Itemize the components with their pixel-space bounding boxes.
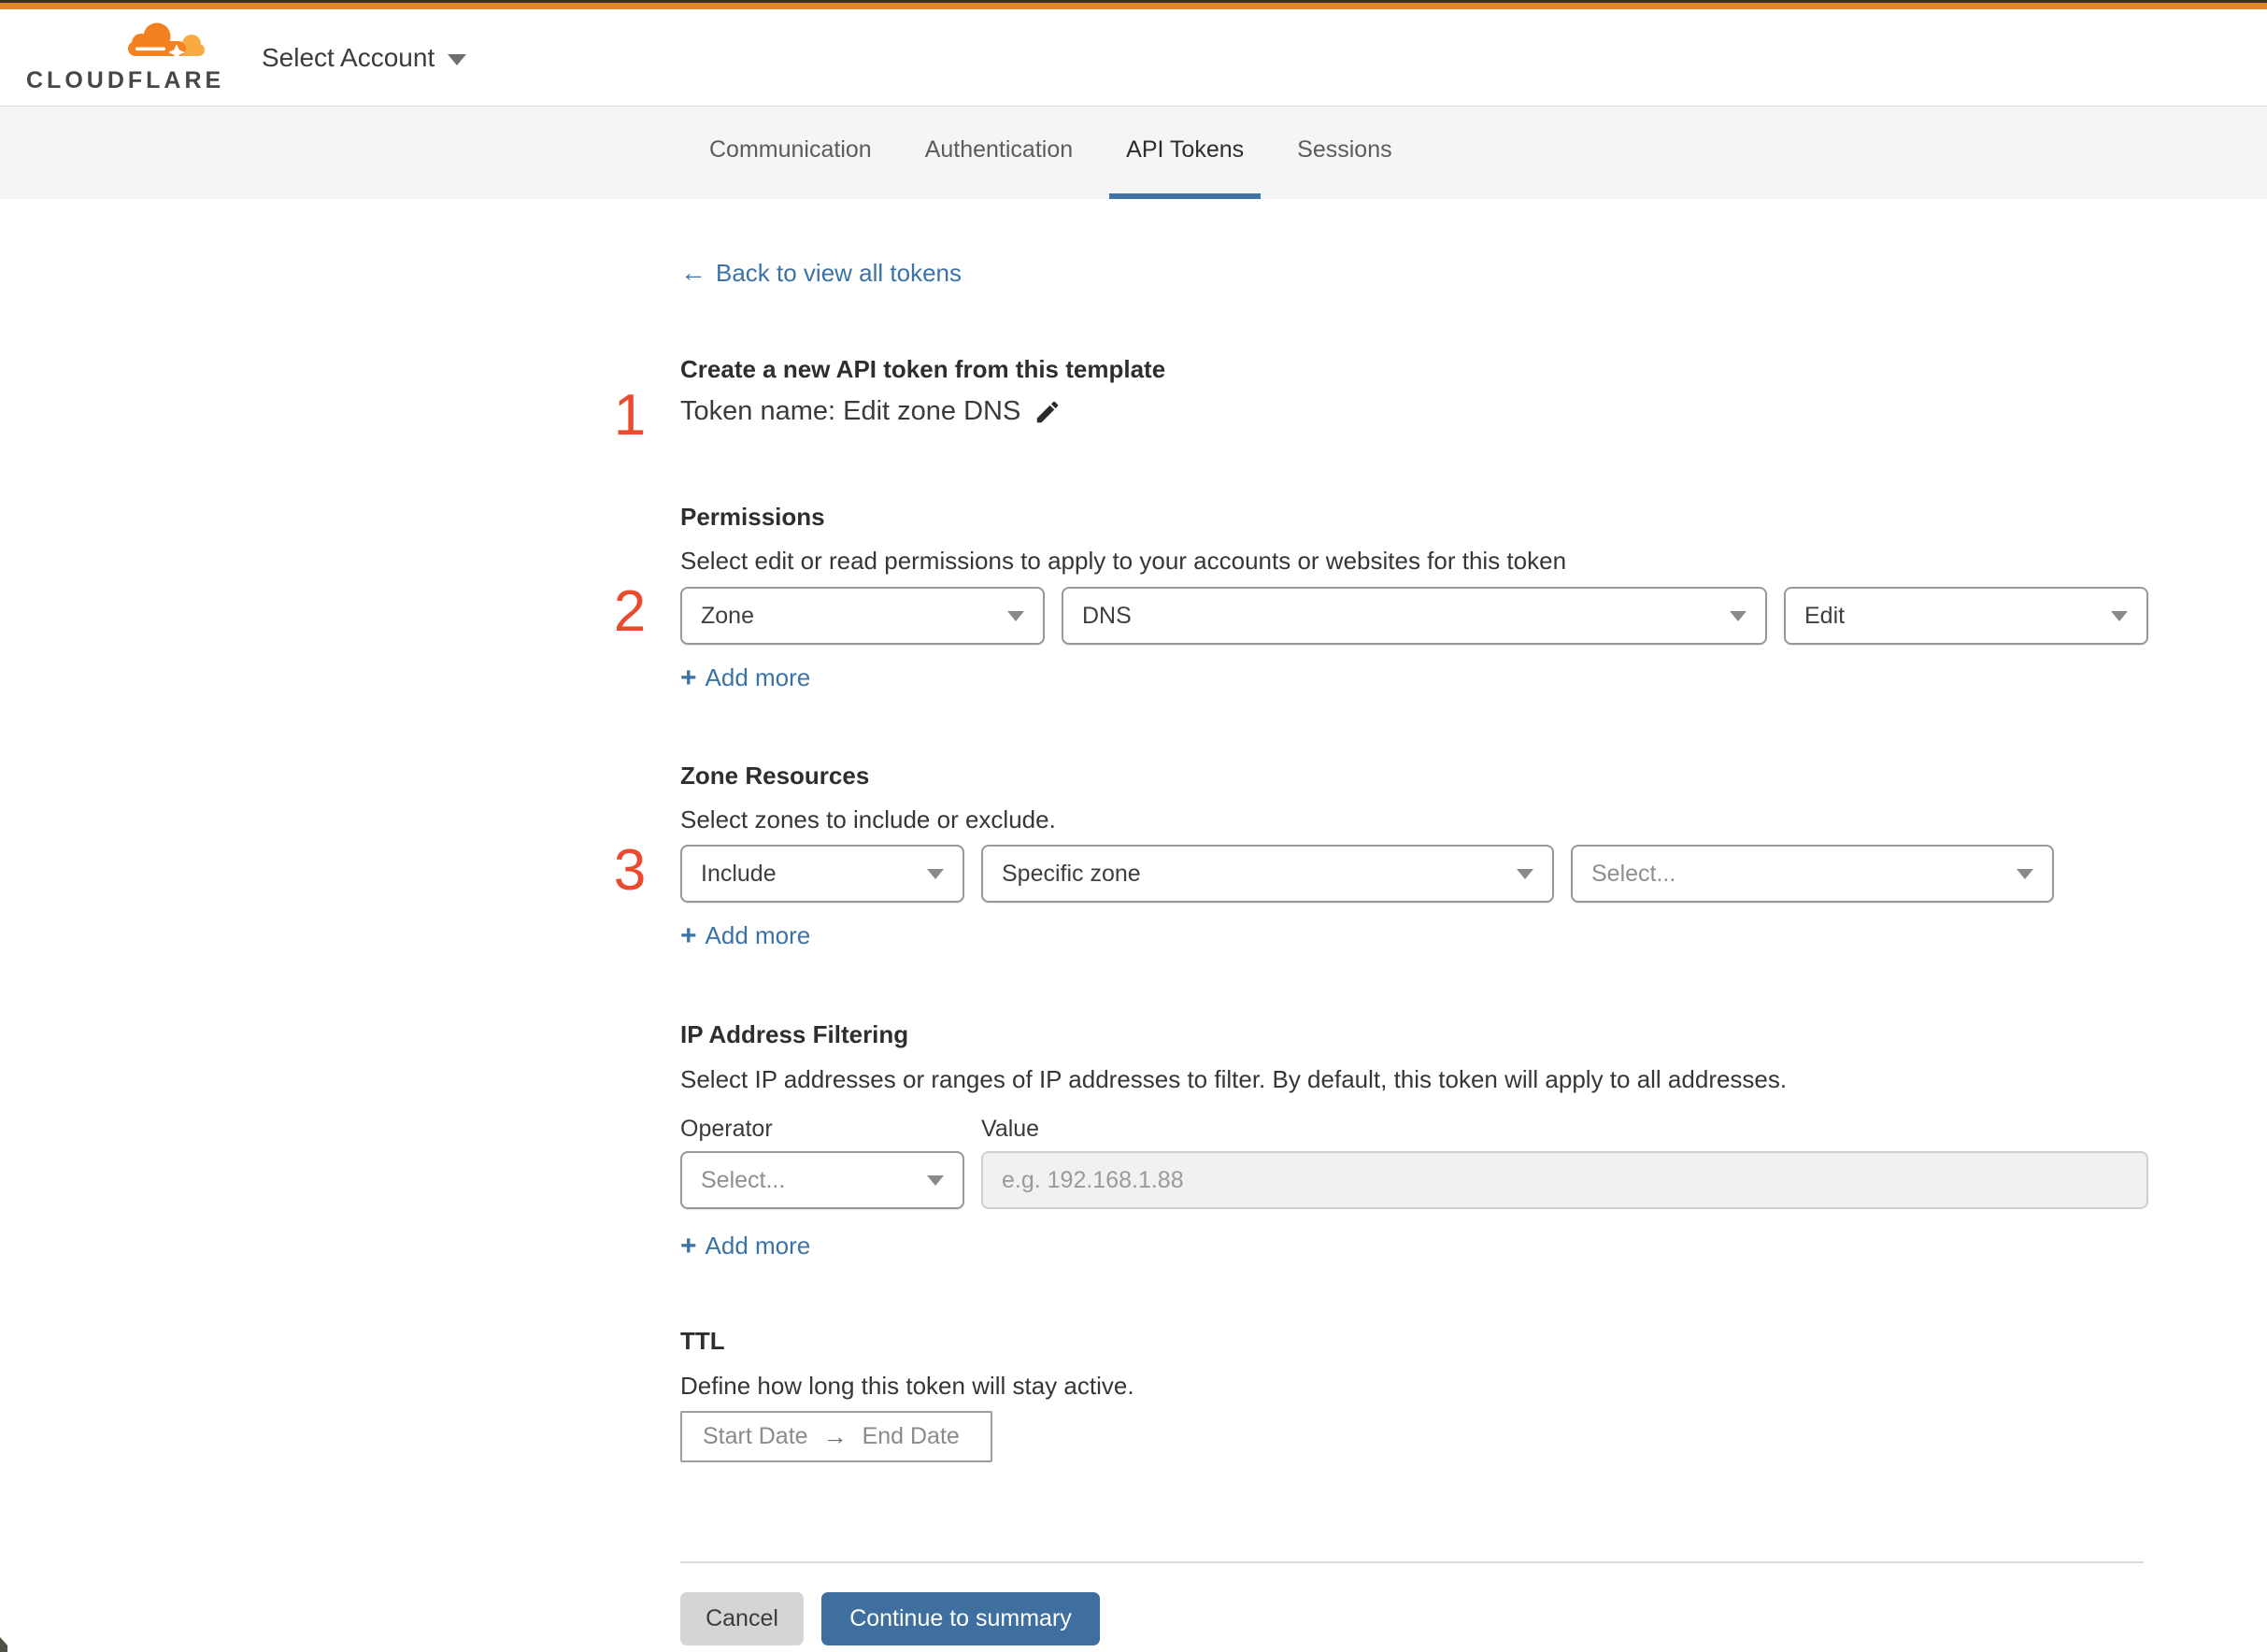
permissions-access-select[interactable]: Edit xyxy=(1784,587,2148,645)
chevron-down-icon xyxy=(927,1175,944,1186)
tab-communication[interactable]: Communication xyxy=(692,107,889,199)
start-date-label: Start Date xyxy=(703,1423,808,1449)
step-3-marker: 3 xyxy=(613,838,647,903)
ttl-heading: TTL xyxy=(680,1327,725,1355)
zone-resources-zone-select[interactable]: Select... xyxy=(1571,845,2054,903)
operator-label: Operator xyxy=(680,1116,773,1142)
tab-sessions[interactable]: Sessions xyxy=(1280,107,1408,199)
plus-icon: + xyxy=(680,1230,697,1261)
arrow-right-icon: → xyxy=(822,1422,848,1450)
value-label: Value xyxy=(981,1116,1040,1142)
plus-icon: + xyxy=(680,919,697,951)
ip-filtering-heading: IP Address Filtering xyxy=(680,1020,909,1048)
plus-icon: + xyxy=(680,662,697,693)
chevron-down-icon xyxy=(448,54,467,65)
token-name-text: Token name: Edit zone DNS xyxy=(680,396,1021,426)
permissions-scope-select[interactable]: Zone xyxy=(680,587,1045,645)
tab-bar: Communication Authentication API Tokens … xyxy=(0,107,2267,199)
ip-operator-select[interactable]: Select... xyxy=(680,1151,964,1209)
cloudflare-logo[interactable]: CLOUDFLARE xyxy=(26,9,221,107)
footer-divider xyxy=(680,1561,2144,1563)
token-name-line: Token name: Edit zone DNS xyxy=(680,396,1062,427)
ttl-date-range-picker[interactable]: Start Date → End Date xyxy=(680,1411,992,1462)
chevron-down-icon xyxy=(927,868,944,879)
ip-value-input[interactable] xyxy=(981,1151,2148,1209)
zone-resources-type-select[interactable]: Specific zone xyxy=(981,845,1554,903)
tab-api-tokens[interactable]: API Tokens xyxy=(1109,107,1262,199)
chevron-down-icon xyxy=(1517,868,1533,879)
cloudflare-cloud-icon xyxy=(128,22,205,61)
chevron-down-icon xyxy=(1730,610,1747,621)
edit-pencil-icon[interactable] xyxy=(1034,398,1062,426)
back-arrow-icon: ← xyxy=(680,258,706,287)
permissions-description: Select edit or read permissions to apply… xyxy=(680,547,1567,575)
cancel-button[interactable]: Cancel xyxy=(680,1592,804,1645)
step-1-marker: 1 xyxy=(613,383,647,448)
zone-resources-description: Select zones to include or exclude. xyxy=(680,805,1056,833)
page-title: Create a new API token from this templat… xyxy=(680,355,1166,383)
ip-filtering-description: Select IP addresses or ranges of IP addr… xyxy=(680,1065,1788,1093)
end-date-label: End Date xyxy=(862,1423,960,1449)
api-token-template-page: CLOUDFLARE Select Account Communication … xyxy=(0,0,2267,1652)
permissions-service-select[interactable]: DNS xyxy=(1062,587,1767,645)
step-2-marker: 2 xyxy=(613,579,647,644)
continue-to-summary-button[interactable]: Continue to summary xyxy=(821,1592,1100,1645)
chevron-down-icon xyxy=(1007,610,1024,621)
chevron-down-icon xyxy=(2111,610,2128,621)
back-link-label: Back to view all tokens xyxy=(716,258,962,287)
account-selector[interactable]: Select Account xyxy=(262,43,467,73)
account-selector-label: Select Account xyxy=(262,43,435,72)
ip-filtering-add-more-link[interactable]: + Add more xyxy=(680,1232,810,1260)
zone-resources-heading: Zone Resources xyxy=(680,762,870,790)
header: CLOUDFLARE Select Account xyxy=(0,9,2267,107)
permissions-add-more-link[interactable]: + Add more xyxy=(680,663,810,692)
zone-resources-add-more-link[interactable]: + Add more xyxy=(680,921,810,950)
chevron-down-icon xyxy=(2017,868,2033,879)
back-to-tokens-link[interactable]: ← Back to view all tokens xyxy=(680,258,962,288)
ttl-description: Define how long this token will stay act… xyxy=(680,1372,1134,1400)
permissions-heading: Permissions xyxy=(680,503,825,531)
top-orange-bar xyxy=(0,3,2267,9)
tab-authentication[interactable]: Authentication xyxy=(908,107,1090,199)
zone-resources-operator-select[interactable]: Include xyxy=(680,845,964,903)
cursor-tip-artifact xyxy=(0,1637,7,1652)
cloudflare-logo-text: CLOUDFLARE xyxy=(26,67,225,93)
